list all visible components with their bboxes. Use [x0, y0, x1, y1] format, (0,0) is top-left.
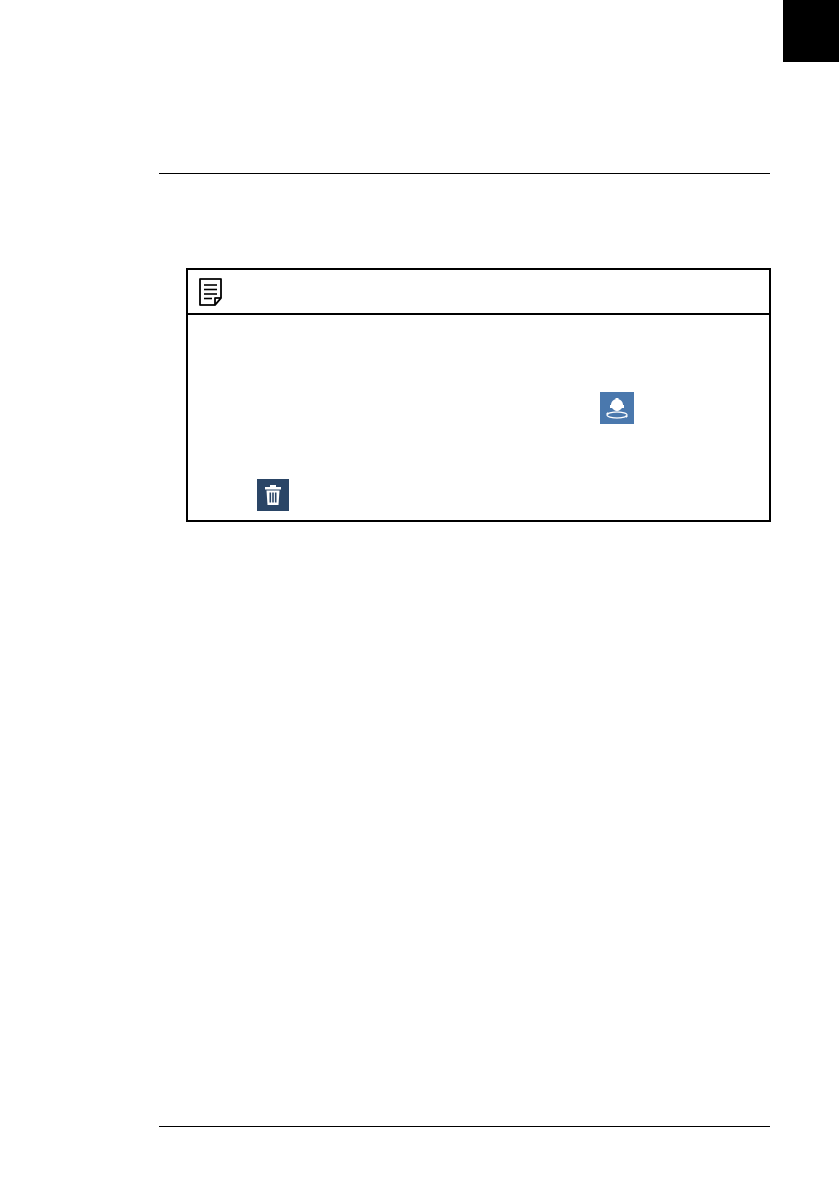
note-box: [186, 268, 771, 522]
note-body: [188, 315, 769, 520]
chapter-tab-marker: [783, 0, 839, 62]
note-icon: [196, 277, 226, 307]
trash-icon[interactable]: [257, 479, 289, 511]
footer-rule: [159, 1126, 770, 1127]
ptz-icon[interactable]: [600, 392, 634, 424]
header-rule: [159, 173, 770, 174]
note-header: [188, 270, 769, 315]
